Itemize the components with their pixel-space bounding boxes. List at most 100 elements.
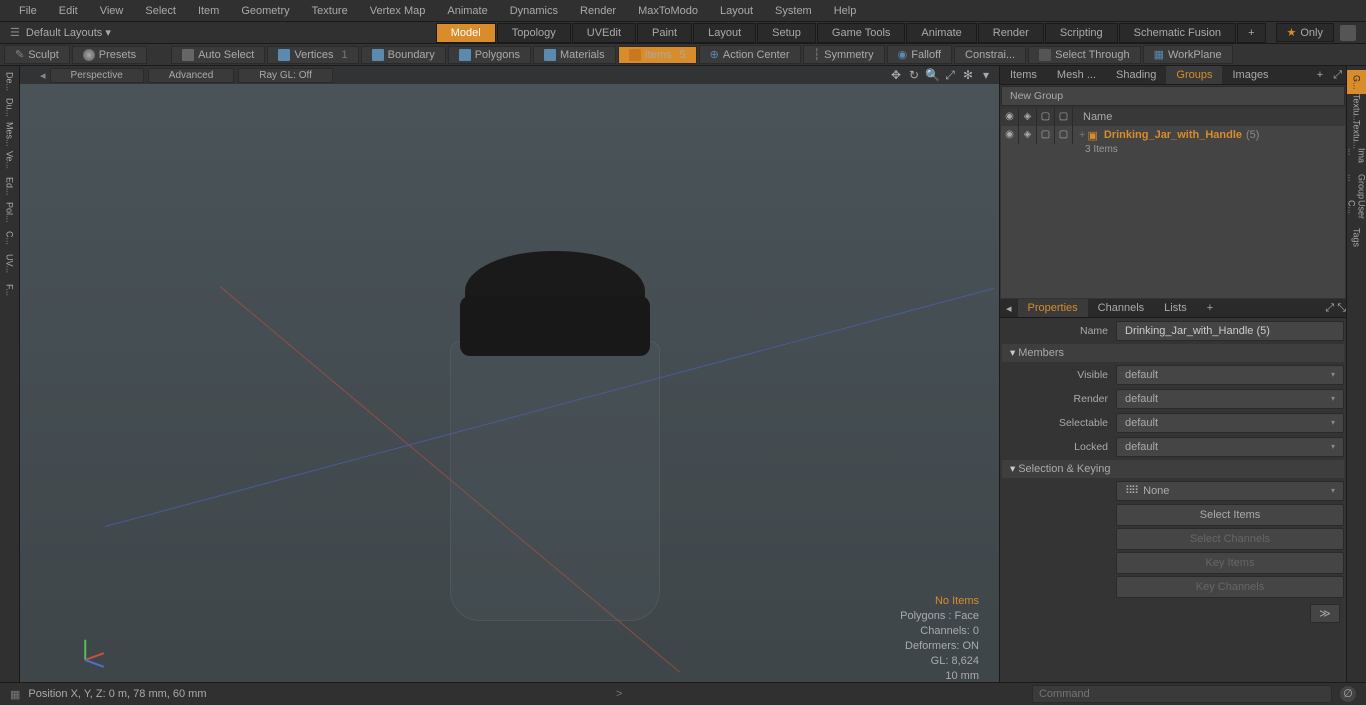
col2-icon[interactable]: ◈ [1019, 108, 1037, 126]
outliner-tree[interactable]: ◉ ◈ ▢ ▢ Name ◉◈▢▢ + ▣ Drinking_Jar_with_… [1001, 108, 1345, 298]
fit-icon[interactable]: ⤢ [943, 68, 957, 82]
tab-layout[interactable]: Layout [693, 23, 756, 43]
raygl-dropdown[interactable]: Ray GL: Off [238, 68, 333, 83]
key-channels-button[interactable]: Key Channels [1116, 576, 1344, 598]
viewport-3d[interactable]: ◂ Perspective Advanced Ray GL: Off ✥ ↻ 🔍… [20, 66, 1000, 704]
keying-mode-dropdown[interactable]: ⠿⠿None▾ [1116, 481, 1344, 501]
tab-render[interactable]: Render [978, 23, 1044, 43]
shading-dropdown[interactable]: Advanced [148, 68, 234, 83]
select-items-button[interactable]: Select Items [1116, 504, 1344, 526]
settings-gear-icon[interactable] [1340, 25, 1356, 41]
menu-view[interactable]: View [89, 5, 135, 17]
otab-shading[interactable]: Shading [1106, 66, 1166, 84]
settings-icon[interactable]: ✻ [961, 68, 975, 82]
selectthrough-button[interactable]: Select Through [1028, 46, 1140, 64]
more-button[interactable]: ≫ [1310, 604, 1340, 623]
tab-animate[interactable]: Animate [906, 23, 976, 43]
workplane-button[interactable]: ▦WorkPlane [1143, 45, 1233, 64]
ptab-lists[interactable]: Lists [1154, 299, 1197, 317]
otab-items[interactable]: Items [1000, 66, 1047, 84]
autoselect-button[interactable]: Auto Select [171, 46, 265, 64]
new-group-button[interactable]: New Group [1001, 86, 1345, 106]
menu-texture[interactable]: Texture [301, 5, 359, 17]
ltool-8[interactable]: F... [0, 278, 19, 302]
menu-layout[interactable]: Layout [709, 5, 764, 17]
ltool-7[interactable]: UV... [0, 252, 19, 276]
render-dropdown[interactable]: default▾ [1116, 389, 1344, 409]
tab-add[interactable]: + [1237, 23, 1265, 43]
tab-paint[interactable]: Paint [637, 23, 692, 43]
boundary-button[interactable]: Boundary [361, 46, 446, 64]
select-channels-button[interactable]: Select Channels [1116, 528, 1344, 550]
selectable-dropdown[interactable]: default▾ [1116, 413, 1344, 433]
zoom-icon[interactable]: 🔍 [925, 68, 939, 82]
outliner-row[interactable]: ◉◈▢▢ + ▣ Drinking_Jar_with_Handle (5) [1001, 126, 1345, 144]
sculpt-button[interactable]: ✎Sculpt [4, 45, 70, 64]
symmetry-button[interactable]: ┆Symmetry [803, 45, 885, 64]
jar-mesh[interactable] [465, 251, 660, 621]
axis-gizmo[interactable] [70, 644, 100, 674]
command-input[interactable] [1032, 685, 1332, 703]
items-button[interactable]: Items5 [618, 46, 697, 64]
menu-file[interactable]: File [8, 5, 48, 17]
otab-add[interactable]: + [1311, 69, 1329, 81]
tab-uvedit[interactable]: UVEdit [572, 23, 636, 43]
menu-maxtomodo[interactable]: MaxToModo [627, 5, 709, 17]
menu-animate[interactable]: Animate [436, 5, 498, 17]
menu-edit[interactable]: Edit [48, 5, 89, 17]
falloff-button[interactable]: ◉Falloff [887, 45, 952, 64]
ptab-channels[interactable]: Channels [1088, 299, 1154, 317]
menu-geometry[interactable]: Geometry [230, 5, 300, 17]
locked-dropdown[interactable]: default▾ [1116, 437, 1344, 457]
menu-render[interactable]: Render [569, 5, 627, 17]
rtool-2[interactable]: Textu... [1347, 122, 1366, 146]
rtool-6[interactable]: Tags [1347, 226, 1366, 250]
rtool-1[interactable]: Textu... [1347, 96, 1366, 120]
only-button[interactable]: ★Only [1276, 23, 1335, 42]
ltool-4[interactable]: Ed... [0, 174, 19, 198]
ptab-expand-icon[interactable]: ⤢ ⤡ [1325, 302, 1346, 315]
presets-button[interactable]: Presets [72, 46, 147, 64]
key-items-button[interactable]: Key Items [1116, 552, 1344, 574]
actioncenter-button[interactable]: ⊕Action Center [699, 45, 801, 64]
ptab-back[interactable]: ◂ [1000, 302, 1018, 315]
vis-column-icon[interactable]: ◉ [1001, 108, 1019, 126]
menu-dynamics[interactable]: Dynamics [499, 5, 569, 17]
name-input[interactable] [1116, 321, 1344, 341]
materials-button[interactable]: Materials [533, 46, 616, 64]
camera-dropdown[interactable]: Perspective [50, 68, 144, 83]
members-section[interactable]: ▾ Members [1002, 344, 1344, 362]
menu-vertexmap[interactable]: Vertex Map [359, 5, 437, 17]
rotate-icon[interactable]: ↻ [907, 68, 921, 82]
polygons-button[interactable]: Polygons [448, 46, 531, 64]
selkey-section[interactable]: ▾ Selection & Keying [1002, 460, 1344, 478]
menu-system[interactable]: System [764, 5, 823, 17]
status-close-icon[interactable]: ∅ [1340, 686, 1356, 702]
menu-item[interactable]: Item [187, 5, 230, 17]
ltool-2[interactable]: Mes... [0, 122, 19, 146]
dropdown-icon[interactable]: ▾ [979, 68, 993, 82]
move-icon[interactable]: ✥ [889, 68, 903, 82]
default-layouts-dropdown[interactable]: Default Layouts ▾ [26, 26, 111, 39]
otab-images[interactable]: Images [1222, 66, 1278, 84]
otab-groups[interactable]: Groups [1166, 66, 1222, 84]
ltool-3[interactable]: Ve... [0, 148, 19, 172]
vertices-button[interactable]: Vertices1 [267, 46, 358, 64]
menu-select[interactable]: Select [134, 5, 187, 17]
rtool-0[interactable]: G... [1347, 70, 1366, 94]
tab-schematicfusion[interactable]: Schematic Fusion [1119, 23, 1236, 43]
rtool-4[interactable]: Group ... [1347, 174, 1366, 198]
col3-icon[interactable]: ▢ [1037, 108, 1055, 126]
grid-icon[interactable]: ▦ [10, 688, 20, 701]
ltool-1[interactable]: Du... [0, 96, 19, 120]
tab-topology[interactable]: Topology [497, 23, 571, 43]
menu-help[interactable]: Help [823, 5, 868, 17]
ltool-6[interactable]: C... [0, 226, 19, 250]
otab-expand-icon[interactable]: ⤢ [1329, 69, 1346, 82]
rtool-3[interactable]: Ima ... [1347, 148, 1366, 172]
constraints-button[interactable]: Constrai... [954, 46, 1026, 64]
col4-icon[interactable]: ▢ [1055, 108, 1073, 126]
ptab-properties[interactable]: Properties [1018, 299, 1088, 317]
tab-gametools[interactable]: Game Tools [817, 23, 906, 43]
layout-menu-icon[interactable]: ☰ [10, 26, 20, 39]
